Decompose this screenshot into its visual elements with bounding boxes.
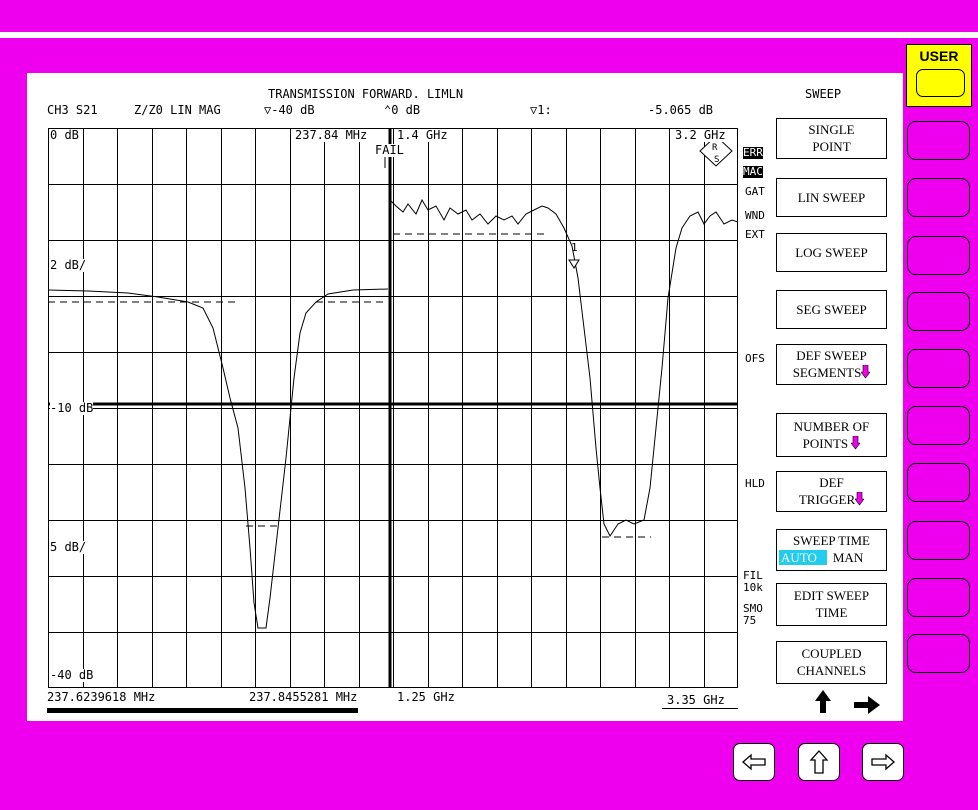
marker-triangle-icon <box>568 259 580 269</box>
nav-right-button[interactable] <box>862 743 904 781</box>
hardkey-5[interactable] <box>907 349 970 388</box>
num-points-line2: POINTS <box>802 436 849 451</box>
status-err: ERR <box>743 146 763 159</box>
sweep-time-softkey[interactable]: SWEEP TIME AUTO MAN <box>776 529 887 571</box>
def-trigger-softkey[interactable]: DEF TRIGGER <box>776 471 887 512</box>
nav-left-button[interactable] <box>733 743 775 781</box>
status-fil-value: 10k <box>743 581 763 594</box>
hardkey-6[interactable] <box>907 406 970 445</box>
sweep-mid2-freq: 1.25 GHz <box>397 690 455 704</box>
status-ofs: OFS <box>745 352 765 365</box>
seg-sweep-label: SEG SWEEP <box>796 302 867 317</box>
y-scale-label: 2 dB/ <box>50 258 87 272</box>
def-sweep-line2: SEGMENTS <box>792 365 862 380</box>
status-smo-value: 75 <box>743 614 757 627</box>
y-reference-label: -10 dB <box>50 401 94 415</box>
segment-stop-label: 3.2 GHz <box>675 128 726 142</box>
single-point-softkey[interactable]: SINGLE POINT <box>776 118 887 159</box>
marker-label: ▽1: <box>530 103 552 117</box>
coupled-channels-softkey[interactable]: COUPLED CHANNELS <box>776 641 887 684</box>
hardkey-2[interactable] <box>907 178 970 217</box>
trace-segment-1 <box>48 288 389 629</box>
softkey-menu-title: SWEEP <box>805 87 842 101</box>
top-divider <box>0 32 978 38</box>
submenu-arrow-icon <box>854 491 865 506</box>
svg-text:S: S <box>714 155 719 165</box>
ref-level-label: ▽-40 dB <box>264 103 315 117</box>
user-key-button[interactable] <box>916 69 965 97</box>
lin-sweep-label: LIN SWEEP <box>797 190 866 205</box>
hardkey-7[interactable] <box>907 463 970 502</box>
arrow-right-outline-icon <box>871 753 895 771</box>
sweep-progress-track <box>47 708 737 713</box>
edit-sweep-time-softkey[interactable]: EDIT SWEEP TIME <box>776 583 887 626</box>
single-point-line1: SINGLE <box>808 122 855 137</box>
arrow-up-outline-icon <box>809 750 829 774</box>
seg-sweep-softkey[interactable]: SEG SWEEP <box>776 290 887 329</box>
nav-up-button[interactable] <box>798 743 840 781</box>
def-sweep-segments-softkey[interactable]: DEF SWEEP SEGMENTS <box>776 344 887 385</box>
hardkey-4[interactable] <box>907 292 970 331</box>
number-of-points-softkey[interactable]: NUMBER OF POINTS <box>776 413 887 457</box>
edit-sweep-line1: EDIT SWEEP <box>793 588 870 603</box>
status-wnd: WND <box>745 209 765 222</box>
coupled-line1: COUPLED <box>801 646 862 661</box>
def-sweep-line1: DEF SWEEP <box>796 348 867 363</box>
y-scale-label-2: 5 dB/ <box>50 540 87 554</box>
marker-number: 1 <box>571 241 578 254</box>
log-sweep-softkey[interactable]: LOG SWEEP <box>776 233 887 272</box>
status-ext: EXT <box>745 228 765 241</box>
status-mac: MAC <box>743 165 763 178</box>
display-title: TRANSMISSION FORWARD. LIMLN <box>268 87 464 101</box>
segment-start-label: 1.4 GHz <box>397 128 448 142</box>
trace-segment-2 <box>389 198 738 537</box>
sweep-start-freq: 237.6239618 MHz <box>47 690 156 704</box>
hardkey-9[interactable] <box>907 578 970 617</box>
status-hld: HLD <box>745 477 765 490</box>
format-label: Z/Z0 LIN MAG <box>134 103 221 117</box>
num-points-line1: NUMBER OF <box>793 419 870 434</box>
lin-sweep-softkey[interactable]: LIN SWEEP <box>776 178 887 217</box>
marker-value: -5.065 dB <box>648 103 714 117</box>
limit-fail-label: FAIL <box>375 143 404 157</box>
y-top-label: 0 dB <box>50 128 79 142</box>
sweep-time-line1: SWEEP TIME <box>793 533 870 548</box>
trace-plot[interactable]: RS 0 dB 237.84 MHz 1.4 GHz 3.2 GHz FAIL … <box>48 128 738 688</box>
sweep-time-auto-option[interactable]: AUTO <box>779 550 827 565</box>
arrow-up-icon[interactable] <box>813 689 833 715</box>
svg-text:R: R <box>712 143 718 153</box>
edit-sweep-line2: TIME <box>815 605 848 620</box>
ref-position-label: ⌃0 dB <box>384 103 421 117</box>
channel-label: CH3 S21 <box>47 103 98 117</box>
hardkey-10[interactable] <box>907 634 970 673</box>
sweep-time-man-option[interactable]: MAN <box>827 550 863 565</box>
def-trigger-line1: DEF <box>819 475 844 490</box>
marker-frequency-label: 237.84 MHz <box>295 128 368 142</box>
sweep-mid-freq: 237.8455281 MHz <box>249 690 358 704</box>
submenu-arrow-icon <box>860 364 871 379</box>
sweep-stop-freq: 3.35 GHz <box>667 693 725 707</box>
submenu-arrow-icon <box>850 435 861 450</box>
user-key-label: USER <box>919 48 959 64</box>
arrow-left-icon <box>742 753 766 771</box>
hardkey-8[interactable] <box>907 521 970 560</box>
status-gat: GAT <box>745 185 765 198</box>
def-trigger-line2: TRIGGER <box>798 492 856 507</box>
coupled-line2: CHANNELS <box>796 663 867 678</box>
hardkey-1[interactable] <box>907 121 970 160</box>
trace-graph: RS <box>48 128 738 688</box>
user-key-panel: USER <box>906 44 972 107</box>
y-bottom-label: -40 dB <box>50 668 94 682</box>
sweep-progress-fill <box>47 708 358 713</box>
hardkey-3[interactable] <box>907 236 970 275</box>
single-point-line2: POINT <box>812 139 851 154</box>
arrow-right-icon[interactable] <box>852 693 882 717</box>
log-sweep-label: LOG SWEEP <box>795 245 868 260</box>
